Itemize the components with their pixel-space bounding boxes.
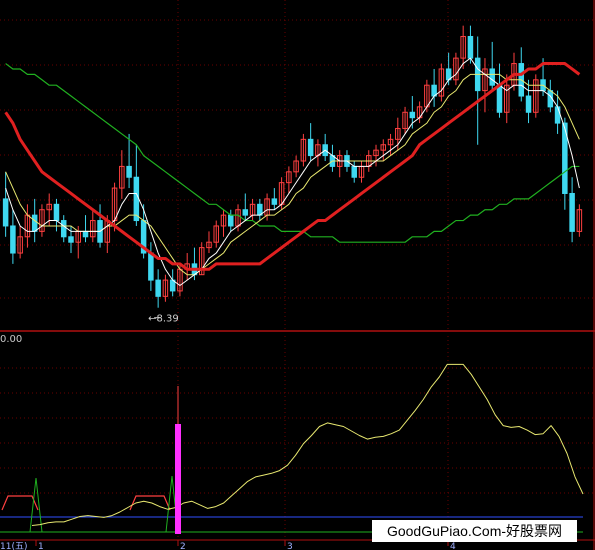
- date-tick-label: 3: [287, 542, 293, 550]
- indicator-line: [31, 363, 584, 526]
- candle-body: [82, 230, 89, 238]
- candle-body: [409, 111, 416, 119]
- chart-canvas[interactable]: ←8.39 1 2 3 4: [0, 0, 595, 550]
- date-tick-label: 2: [180, 542, 186, 550]
- ma-thick-line: [4, 62, 581, 271]
- date-tick-label: 4: [450, 542, 456, 550]
- candle-body: [467, 35, 474, 59]
- candle-body: [126, 165, 132, 178]
- candle-body: [60, 220, 67, 238]
- candle-body: [351, 165, 357, 178]
- candle-body: [525, 95, 532, 113]
- candle-body: [31, 214, 38, 232]
- min-price-label: ←8.39: [148, 314, 179, 325]
- indicator-value-label: 0.00: [0, 334, 23, 345]
- candle-body: [155, 279, 161, 297]
- candle-body: [496, 84, 503, 113]
- candle-body: [569, 192, 575, 232]
- candle-body: [68, 236, 74, 243]
- indicator-spike-bar: [175, 424, 181, 534]
- site-watermark: GoodGuPiao.Com-好股票网: [372, 520, 577, 542]
- candle-body: [242, 209, 249, 216]
- candle-body: [489, 68, 495, 86]
- stock-chart-screen: ←8.39 1 2 3 4 0.00 11(五) GoodGuPiao.Com-好股票网: [0, 0, 595, 550]
- candle-body: [53, 203, 60, 222]
- candle-body: [271, 198, 278, 205]
- candle-body: [133, 176, 140, 222]
- candle-body: [228, 214, 234, 227]
- date-axis-left-label: 11(五): [0, 542, 28, 550]
- candle-body: [554, 106, 561, 124]
- ma-fast-line: [5, 57, 580, 287]
- candle-body: [2, 198, 9, 227]
- candle-body: [307, 138, 314, 157]
- date-tick-label: 1: [38, 542, 44, 550]
- candle-body: [10, 225, 16, 254]
- candle-body: [148, 252, 154, 281]
